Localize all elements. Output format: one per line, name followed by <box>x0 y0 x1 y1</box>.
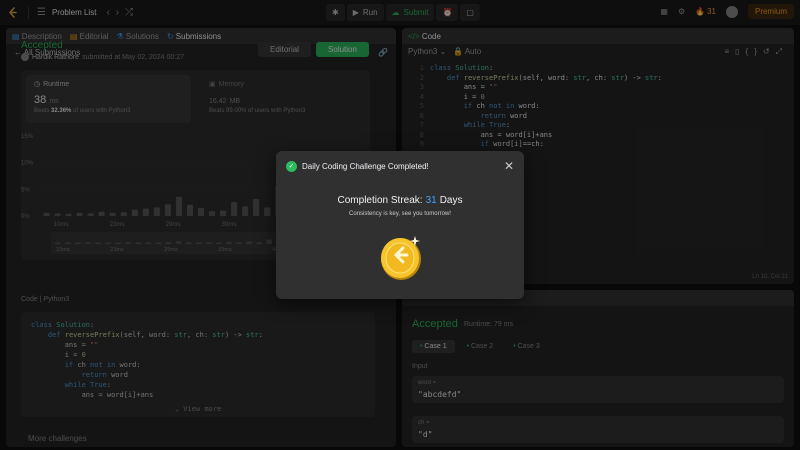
streak-prefix: Completion Streak: <box>337 195 423 206</box>
streak-days: 31 <box>425 195 437 206</box>
dialog-title: Daily Coding Challenge Completed! <box>302 161 429 171</box>
close-icon[interactable]: ✕ <box>504 159 514 173</box>
gold-coin-icon <box>381 236 421 280</box>
challenge-complete-dialog: ✓ Daily Coding Challenge Completed! ✕ Co… <box>276 151 524 299</box>
dialog-header: ✓ Daily Coding Challenge Completed! ✕ <box>276 151 524 181</box>
check-circle-icon: ✓ <box>286 160 297 172</box>
streak-suffix: Days <box>439 195 463 206</box>
streak-line: Completion Streak: 31 Days <box>276 195 524 206</box>
dialog-tagline: Consistency is key, see you tomorrow! <box>349 211 451 217</box>
